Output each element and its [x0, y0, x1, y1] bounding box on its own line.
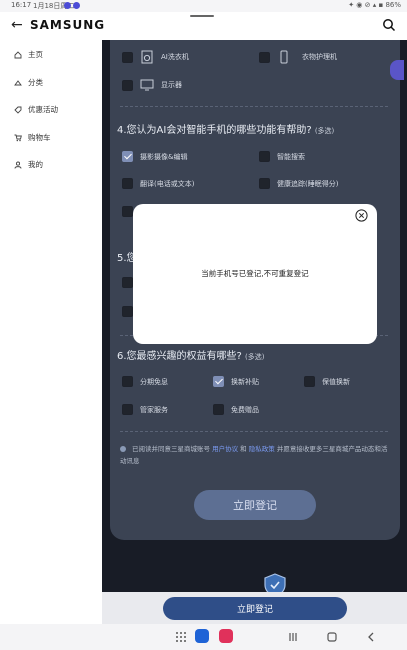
user-icon [14, 161, 22, 169]
option-label: 摄影摄像&编辑 [140, 152, 188, 161]
checkbox[interactable] [259, 151, 270, 162]
bottom-register-button[interactable]: 立即登记 [163, 597, 347, 620]
option-label: 健康追踪(睡眠得分) [277, 179, 339, 188]
app-drawer-icon[interactable] [174, 630, 188, 644]
checkbox-checked[interactable] [213, 376, 224, 387]
option-label: AI洗衣机 [161, 53, 189, 61]
sidebar-item-home[interactable]: 主页 [14, 49, 43, 60]
checkbox[interactable] [213, 404, 224, 415]
app-bar: ← SAMSUNG [0, 12, 407, 40]
option-installment[interactable]: 分期免息 [122, 376, 168, 387]
status-bar: 16:17 1月18日周二 ✦ ◉ ⊘ ▴ ▪ 86% [0, 0, 407, 12]
privacy-policy-link[interactable]: 隐私政策 [249, 445, 275, 453]
option-label: 显示器 [161, 81, 182, 89]
sidebar-item-label: 优惠活动 [28, 105, 58, 114]
question-hint: (多选) [245, 353, 265, 361]
recents-icon[interactable] [286, 630, 300, 644]
monitor-icon [140, 79, 154, 91]
question-6-title: 6.您最感兴趣的权益有哪些? (多选) [117, 347, 265, 362]
option-translate[interactable]: 翻译(电话或文本) [122, 178, 194, 189]
consent-and: 和 [240, 445, 247, 453]
alert-dialog: 当前手机号已登记,不可重复登记 [133, 204, 377, 344]
user-agreement-link[interactable]: 用户协议 [212, 445, 238, 453]
home-button-icon[interactable] [325, 630, 339, 644]
sidebar-item-label: 我的 [28, 160, 43, 169]
question-text: 4.您认为AI会对智能手机的哪些功能有帮助? [117, 125, 312, 136]
category-icon [14, 79, 22, 85]
question-hint: (多选) [314, 127, 335, 135]
checkbox[interactable] [259, 51, 270, 63]
option-free-gift[interactable]: 免费赠品 [213, 404, 259, 415]
question-text: 6.您最感兴趣的权益有哪些? [117, 351, 242, 362]
divider [120, 106, 388, 107]
option-monitor[interactable]: 显示器 [122, 78, 182, 92]
sidebar-item-label: 分类 [28, 78, 43, 87]
status-indicators: ✦ ◉ ⊘ ▴ ▪ 86% [348, 1, 401, 9]
home-icon [14, 50, 22, 58]
checkbox[interactable] [122, 178, 133, 189]
sidebar-item-category[interactable]: 分类 [14, 77, 43, 88]
checkbox[interactable] [122, 51, 133, 63]
search-icon[interactable] [382, 18, 396, 32]
back-arrow-icon[interactable]: ← [11, 17, 23, 33]
cart-icon [14, 134, 22, 141]
option-tradein-subsidy[interactable]: 换新补贴 [213, 376, 259, 387]
sidebar-item-cart[interactable]: 购物车 [14, 132, 51, 143]
option-label: 分期免息 [140, 377, 168, 386]
register-button[interactable]: 立即登记 [194, 490, 316, 520]
checkbox[interactable] [304, 376, 315, 387]
close-icon[interactable] [355, 209, 368, 222]
phone-device-icon [280, 50, 288, 64]
checkbox[interactable] [122, 277, 133, 288]
sidebar-item-promotions[interactable]: 优惠活动 [14, 104, 58, 115]
option-clothing-care[interactable]: 衣物护理机 [259, 50, 337, 64]
divider [120, 431, 388, 432]
option-ai-washer[interactable]: AI洗衣机 [122, 50, 189, 64]
sidebar-item-me[interactable]: 我的 [14, 159, 43, 170]
brand-logo: SAMSUNG [30, 18, 106, 32]
notification-icons [64, 2, 80, 9]
status-time: 16:17 [11, 1, 32, 9]
option-label: 管家服务 [140, 405, 168, 414]
checkbox[interactable] [122, 404, 133, 415]
checkbox[interactable] [259, 178, 270, 189]
checkbox[interactable] [122, 306, 133, 317]
consent-prefix: 已阅读并同意三星商城账号 [132, 445, 210, 453]
bottom-bar: 立即登记 [102, 592, 407, 624]
system-navbar [0, 624, 407, 650]
option-smart-search[interactable]: 智能搜索 [259, 151, 305, 162]
consent-radio[interactable] [120, 446, 126, 452]
option-butler[interactable]: 管家服务 [122, 404, 168, 415]
option-label: 衣物护理机 [302, 53, 337, 61]
back-button-icon[interactable] [364, 630, 378, 644]
question-4-title: 4.您认为AI会对智能手机的哪些功能有帮助? (多选) [117, 121, 334, 136]
shopping-app-icon[interactable] [219, 629, 233, 643]
tag-icon [14, 106, 22, 114]
sidebar: 主页 分类 优惠活动 购物车 我的 [0, 40, 102, 624]
option-label: 翻译(电话或文本) [140, 179, 195, 188]
sidebar-item-label: 购物车 [28, 133, 51, 142]
checkbox-checked[interactable] [122, 151, 133, 162]
option-label: 智能搜索 [277, 152, 305, 161]
edge-panel-handle[interactable] [390, 60, 404, 80]
option-value-tradein[interactable]: 保值换新 [304, 376, 350, 387]
window-handle[interactable] [190, 15, 214, 17]
checkbox[interactable] [122, 79, 133, 91]
consent-text: 已阅读并同意三星商城账号 用户协议 和 隐私政策 并愿意接收更多三星商城产品动态… [120, 443, 390, 467]
option-label: 换新补贴 [231, 377, 259, 386]
option-label: 保值换新 [322, 377, 350, 386]
option-health[interactable]: 健康追踪(睡眠得分) [259, 178, 338, 189]
option-photo-edit[interactable]: 摄影摄像&编辑 [122, 151, 187, 162]
sidebar-item-label: 主页 [28, 50, 43, 59]
checkbox[interactable] [122, 376, 133, 387]
dialog-message: 当前手机号已登记,不可重复登记 [201, 269, 309, 278]
option-label: 免费赠品 [231, 405, 259, 414]
washer-icon [141, 50, 153, 64]
checkbox[interactable] [122, 206, 133, 217]
mall-app-icon[interactable] [195, 629, 209, 643]
